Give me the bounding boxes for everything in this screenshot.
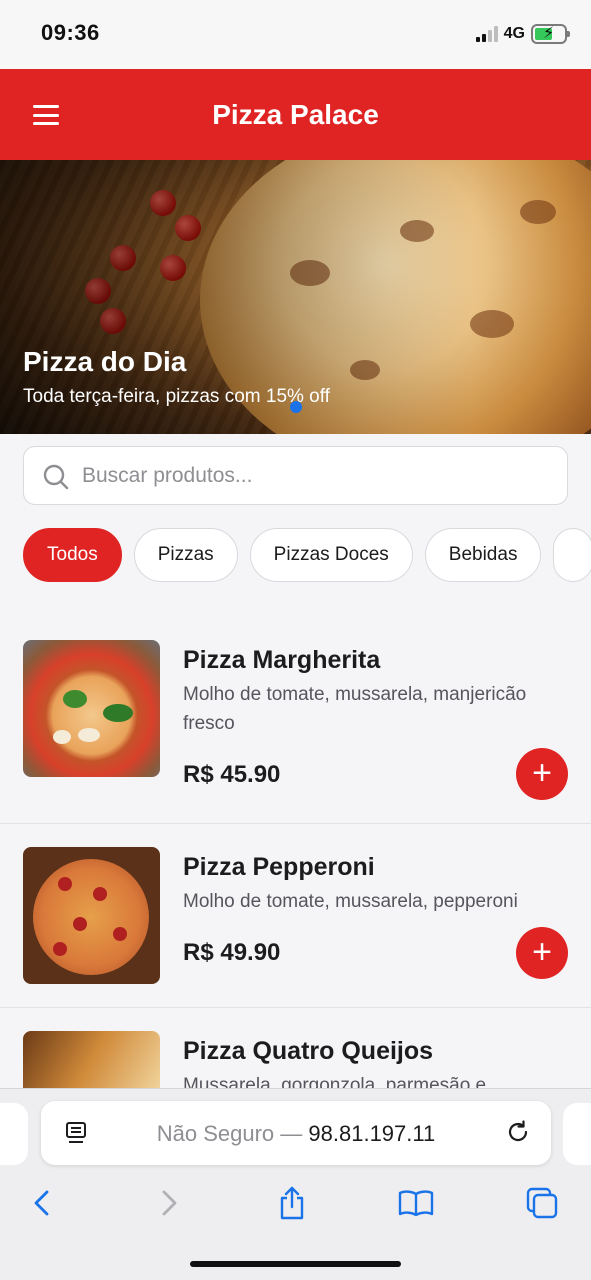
product-description: Mussarela, gorgonzola, parmesão e [183, 1075, 487, 1088]
category-filter: Todos Pizzas Pizzas Doces Bebidas [23, 528, 591, 584]
status-time: 09:36 [41, 20, 100, 45]
banner-title: Pizza do Dia [23, 346, 187, 377]
product-image [23, 1031, 160, 1088]
tabs-icon [526, 1187, 558, 1219]
back-button[interactable] [22, 1183, 62, 1223]
chevron-right-icon [162, 1190, 177, 1216]
signal-icon [475, 26, 498, 42]
promo-banner[interactable]: Pizza do Dia Toda terça-feira, pizzas co… [0, 160, 591, 434]
divider [0, 823, 591, 824]
category-chip-pizzas-doces[interactable]: Pizzas Doces [249, 528, 413, 582]
product-price: R$ 49.90 [183, 939, 281, 966]
search-input[interactable] [82, 447, 552, 504]
carousel-indicator [290, 401, 302, 413]
category-chip-todos[interactable]: Todos [23, 528, 122, 582]
forward-button[interactable] [149, 1183, 189, 1223]
product-image [23, 847, 160, 984]
share-icon [280, 1186, 304, 1220]
product-name: Pizza Quatro Queijos [183, 1037, 434, 1065]
category-chip-bebidas[interactable]: Bebidas [424, 528, 542, 582]
next-tab-preview[interactable] [563, 1103, 591, 1165]
product-description: Molho de tomate, mussarela, pepperoni [183, 891, 518, 912]
product-name: Pizza Margherita [183, 646, 381, 674]
product-image [23, 640, 160, 777]
search-icon [43, 464, 69, 490]
add-to-cart-button[interactable]: + [516, 748, 568, 800]
product-name: Pizza Pepperoni [183, 853, 375, 881]
share-button[interactable] [272, 1183, 312, 1223]
book-icon [398, 1190, 434, 1217]
divider [0, 1007, 591, 1008]
category-chip-more[interactable] [553, 528, 591, 582]
app-header: Pizza Palace [0, 69, 591, 160]
battery-icon: ⚡ [531, 24, 570, 44]
bookmarks-button[interactable] [396, 1183, 436, 1223]
previous-tab-preview[interactable] [0, 1103, 28, 1165]
tabs-button[interactable] [522, 1183, 562, 1223]
status-indicators: 4G ⚡ [475, 24, 570, 44]
banner-subtitle: Toda terça-feira, pizzas com 15% off [23, 386, 330, 407]
reload-icon[interactable] [505, 1119, 531, 1145]
app-title: Pizza Palace [212, 99, 379, 130]
network-type: 4G [503, 25, 525, 42]
category-chip-pizzas[interactable]: Pizzas [133, 528, 238, 582]
add-to-cart-button[interactable]: + [516, 927, 568, 979]
url-text: 98.81.197.11 [308, 1121, 436, 1146]
browser-nav-bar [0, 1183, 591, 1223]
product-price: R$ 45.90 [183, 761, 281, 788]
browser-toolbar: Não Seguro — 98.81.197.11 [0, 1088, 591, 1280]
chevron-left-icon [34, 1190, 49, 1216]
product-description: Molho de tomate, mussarela, manjericão f… [183, 684, 527, 734]
url-display[interactable]: Não Seguro — 98.81.197.11 [41, 1121, 551, 1147]
address-bar[interactable]: Não Seguro — 98.81.197.11 [41, 1101, 551, 1165]
status-bar: 09:36 4G ⚡ [0, 0, 591, 69]
home-indicator [190, 1261, 401, 1267]
search-box [23, 446, 568, 505]
security-label: Não Seguro — [156, 1121, 303, 1146]
